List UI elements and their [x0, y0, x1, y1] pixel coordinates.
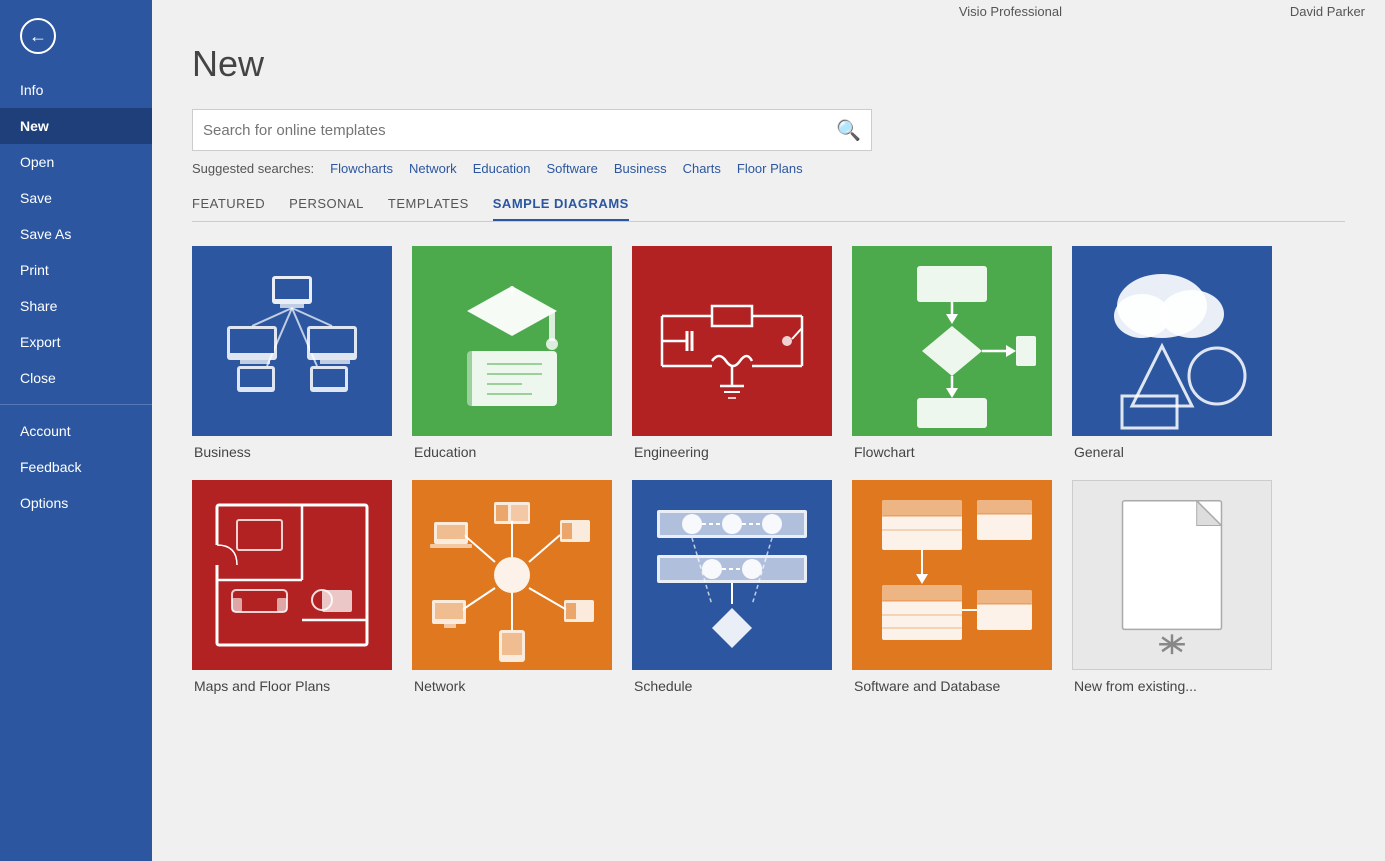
template-thumb-schedule [632, 480, 832, 670]
template-thumb-software-database [852, 480, 1052, 670]
main-content: Visio Professional David Parker New 🔍 Su… [152, 0, 1385, 861]
template-card-schedule[interactable]: Schedule [632, 480, 832, 694]
sidebar-item-open[interactable]: Open [0, 144, 152, 180]
suggested-searches: Suggested searches: Flowcharts Network E… [192, 161, 1345, 176]
sidebar-item-share[interactable]: Share [0, 288, 152, 324]
template-label-business: Business [192, 444, 392, 460]
app-name: Visio Professional [731, 4, 1290, 19]
suggested-flowcharts[interactable]: Flowcharts [330, 161, 393, 176]
sidebar-item-info[interactable]: Info [0, 72, 152, 108]
suggested-software[interactable]: Software [547, 161, 598, 176]
template-thumb-education [412, 246, 612, 436]
sidebar-item-options[interactable]: Options [0, 485, 152, 521]
template-card-maps-floor-plans[interactable]: Maps and Floor Plans [192, 480, 392, 694]
suggested-label: Suggested searches: [192, 161, 314, 176]
template-label-general: General [1072, 444, 1272, 460]
sidebar-nav: Info New Open Save Save As Print Share E… [0, 72, 152, 861]
template-thumb-new-from-existing [1072, 480, 1272, 670]
template-card-software-database[interactable]: Software and Database [852, 480, 1052, 694]
tab-personal[interactable]: PERSONAL [289, 196, 364, 221]
search-input[interactable] [203, 122, 836, 139]
tab-templates[interactable]: TEMPLATES [388, 196, 469, 221]
template-label-maps-floor-plans: Maps and Floor Plans [192, 678, 392, 694]
tabs: FEATURED PERSONAL TEMPLATES SAMPLE DIAGR… [192, 196, 1345, 222]
template-card-education[interactable]: Education [412, 246, 612, 460]
template-label-network: Network [412, 678, 612, 694]
template-thumb-flowchart [852, 246, 1052, 436]
content-area: New 🔍 Suggested searches: Flowcharts Net… [152, 23, 1385, 861]
template-thumb-engineering [632, 246, 832, 436]
template-label-flowchart: Flowchart [852, 444, 1052, 460]
suggested-education[interactable]: Education [473, 161, 531, 176]
template-thumb-general [1072, 246, 1272, 436]
sidebar-item-account[interactable]: Account [0, 413, 152, 449]
template-thumb-network [412, 480, 612, 670]
template-card-new-from-existing[interactable]: New from existing... [1072, 480, 1272, 694]
sidebar: ← Info New Open Save Save As Print Share… [0, 0, 152, 861]
search-icon[interactable]: 🔍 [836, 118, 861, 143]
user-name: David Parker [1290, 4, 1365, 19]
top-bar: Visio Professional David Parker [152, 0, 1385, 23]
template-card-general[interactable]: General [1072, 246, 1272, 460]
sidebar-divider [0, 404, 152, 405]
template-card-engineering[interactable]: Engineering [632, 246, 832, 460]
template-label-schedule: Schedule [632, 678, 832, 694]
tab-sample-diagrams[interactable]: SAMPLE DIAGRAMS [493, 196, 629, 221]
template-label-software-database: Software and Database [852, 678, 1052, 694]
suggested-charts[interactable]: Charts [683, 161, 721, 176]
back-button[interactable]: ← [0, 0, 152, 72]
sidebar-item-save[interactable]: Save [0, 180, 152, 216]
template-card-flowchart[interactable]: Flowchart [852, 246, 1052, 460]
search-bar: 🔍 [192, 109, 872, 151]
sidebar-item-feedback[interactable]: Feedback [0, 449, 152, 485]
template-card-business[interactable]: Business [192, 246, 392, 460]
suggested-network[interactable]: Network [409, 161, 457, 176]
tab-featured[interactable]: FEATURED [192, 196, 265, 221]
template-label-engineering: Engineering [632, 444, 832, 460]
suggested-business[interactable]: Business [614, 161, 667, 176]
sidebar-item-export[interactable]: Export [0, 324, 152, 360]
template-label-education: Education [412, 444, 612, 460]
sidebar-item-new[interactable]: New [0, 108, 152, 144]
template-thumb-maps-floor-plans [192, 480, 392, 670]
page-title: New [192, 43, 1345, 85]
template-card-network[interactable]: Network [412, 480, 612, 694]
template-grid: Business [192, 246, 1345, 694]
suggested-floor-plans[interactable]: Floor Plans [737, 161, 803, 176]
template-thumb-business [192, 246, 392, 436]
sidebar-item-save-as[interactable]: Save As [0, 216, 152, 252]
template-label-new-from-existing: New from existing... [1072, 678, 1272, 694]
sidebar-item-print[interactable]: Print [0, 252, 152, 288]
sidebar-bottom: Account Feedback Options [0, 413, 152, 521]
sidebar-item-close[interactable]: Close [0, 360, 152, 396]
back-circle-icon[interactable]: ← [20, 18, 56, 54]
